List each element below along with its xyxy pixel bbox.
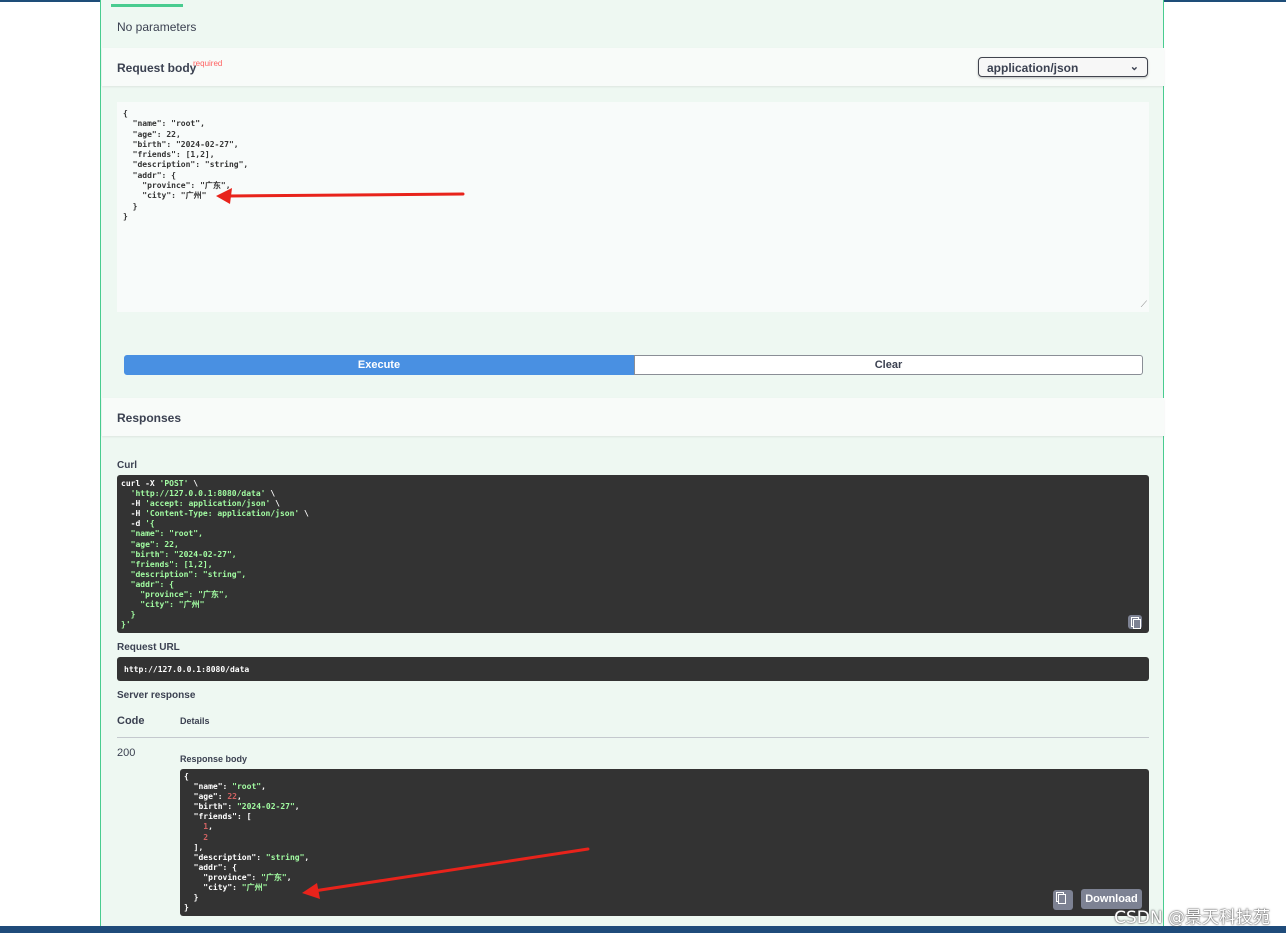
- table-divider: [117, 737, 1149, 738]
- request-url: http://127.0.0.1:8080/data: [124, 665, 250, 674]
- curl-code-block: curl -X 'POST' \ 'http://127.0.0.1:8080/…: [117, 475, 1149, 633]
- response-body-block: { "name": "root", "age": 22, "birth": "2…: [180, 769, 1149, 916]
- server-response-label: Server response: [117, 690, 196, 701]
- content-type-select[interactable]: application/json ⌄: [978, 57, 1148, 77]
- execute-button[interactable]: Execute: [124, 355, 634, 375]
- clipboard-icon[interactable]: [1128, 615, 1142, 629]
- operation-panel: No parameters Request body required appl…: [100, 0, 1164, 926]
- no-parameters-text: No parameters: [117, 20, 197, 34]
- response-body-label: Response body: [180, 754, 248, 764]
- resize-handle-icon[interactable]: ⟋: [1141, 299, 1147, 310]
- watermark: CSDN @景天科技苑: [1114, 908, 1270, 928]
- responses-title: Responses: [117, 411, 182, 425]
- code-column-header: Code: [117, 715, 145, 727]
- request-url-label: Request URL: [117, 642, 180, 653]
- request-body-header: Request body required application/json ⌄: [102, 48, 1164, 86]
- details-column-header: Details: [180, 716, 210, 726]
- responses-header: Responses: [102, 398, 1164, 436]
- clear-button[interactable]: Clear: [634, 355, 1143, 375]
- response-body-json: { "name": "root", "age": 22, "birth": "2…: [184, 772, 310, 913]
- required-badge: required: [193, 59, 223, 68]
- content-type-value: application/json: [987, 61, 1079, 75]
- chevron-down-icon: ⌄: [1129, 61, 1139, 73]
- curl-command: curl -X 'POST' \ 'http://127.0.0.1:8080/…: [121, 479, 309, 630]
- active-tab-indicator: [111, 4, 183, 7]
- clipboard-icon[interactable]: [1053, 890, 1073, 910]
- request-body-text[interactable]: { "name": "root", "age": 22, "birth": "2…: [123, 109, 248, 222]
- curl-label: Curl: [117, 460, 137, 471]
- request-body-title: Request body: [117, 61, 197, 75]
- bottom-bar: [0, 926, 1286, 933]
- request-url-block: http://127.0.0.1:8080/data: [117, 657, 1149, 681]
- status-code: 200: [117, 747, 136, 759]
- request-body-editor[interactable]: { "name": "root", "age": 22, "birth": "2…: [117, 102, 1149, 312]
